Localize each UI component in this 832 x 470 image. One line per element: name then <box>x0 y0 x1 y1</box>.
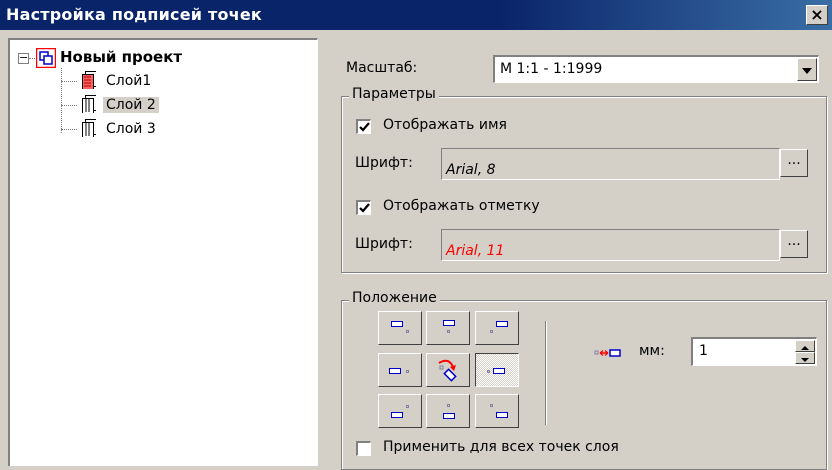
font2-label: Шрифт: <box>355 236 413 252</box>
position-right-button[interactable] <box>475 353 519 387</box>
params-group-title: Параметры <box>349 86 439 102</box>
label-rect-icon <box>391 321 403 327</box>
position-bottom-right-button[interactable] <box>475 394 519 428</box>
title-bar: Настройка подписей точек × <box>0 0 832 30</box>
offset-value: 1 <box>699 343 708 359</box>
position-group-title: Положение <box>349 290 440 306</box>
spin-up-button[interactable] <box>795 340 815 352</box>
scale-value: М 1:1 - 1:1999 <box>500 61 603 77</box>
label-rect-icon <box>443 413 455 419</box>
tree-item-layer-3[interactable]: Слой 3 <box>106 118 156 140</box>
layer-red-icon <box>82 71 96 89</box>
offset-icon <box>594 349 621 357</box>
show-mark-checkbox[interactable] <box>356 200 371 215</box>
font2-browse-button[interactable]: ... <box>780 230 808 258</box>
label-rect-icon <box>496 321 508 327</box>
apply-all-checkbox[interactable] <box>356 441 371 456</box>
layer-tree[interactable]: − Новый проект Слой1 Слой 2 Слой 3 <box>8 38 318 466</box>
label-rect-icon <box>391 412 403 418</box>
show-name-checkbox[interactable] <box>356 119 371 134</box>
tree-item-label: Слой1 <box>106 73 152 89</box>
auto-rotate-icon <box>438 359 457 382</box>
chevron-down-icon <box>801 358 809 362</box>
tree-item-layer-2[interactable]: Слой 2 <box>103 94 159 116</box>
layer-icon <box>82 95 96 113</box>
ellipsis-icon: ... <box>787 233 801 249</box>
spin-down-button[interactable] <box>795 352 815 364</box>
tree-item-layer-1[interactable]: Слой1 <box>106 70 151 92</box>
font1-field: Arial, 8 <box>441 148 780 180</box>
chevron-down-icon <box>802 68 812 74</box>
tree-item-label: Слой 3 <box>106 121 156 137</box>
position-bottom-button[interactable] <box>426 394 470 428</box>
offset-spinbox[interactable]: 1 <box>691 337 817 366</box>
font1-browse-button[interactable]: ... <box>780 149 808 177</box>
checkmark-icon <box>359 203 370 213</box>
label-rect-icon <box>389 368 401 374</box>
dropdown-button[interactable] <box>797 58 817 81</box>
close-button[interactable]: × <box>806 5 828 25</box>
collapse-icon[interactable]: − <box>18 52 29 64</box>
project-icon <box>36 48 56 68</box>
label-rect-icon <box>443 320 455 326</box>
show-mark-label[interactable]: Отображать отметку <box>383 198 540 214</box>
position-left-button[interactable] <box>378 353 422 387</box>
position-top-button[interactable] <box>426 311 470 345</box>
apply-all-label[interactable]: Применить для всех точек слоя <box>383 439 619 455</box>
font1-value: Arial, 8 <box>446 162 496 178</box>
position-auto-button[interactable] <box>426 353 470 387</box>
show-name-label[interactable]: Отображать имя <box>383 117 507 133</box>
layer-icon <box>82 119 96 137</box>
position-top-left-button[interactable] <box>378 311 422 345</box>
separator <box>545 321 547 425</box>
scale-select[interactable]: М 1:1 - 1:1999 <box>493 55 819 83</box>
tree-root-label[interactable]: Новый проект <box>60 46 182 68</box>
font2-value: Arial, 11 <box>446 243 505 259</box>
window-title: Настройка подписей точек <box>6 5 262 24</box>
position-top-right-button[interactable] <box>475 311 519 345</box>
close-icon: × <box>810 5 824 24</box>
position-bottom-left-button[interactable] <box>378 394 422 428</box>
font2-field: Arial, 11 <box>441 229 780 261</box>
label-rect-icon <box>496 412 508 418</box>
font1-label: Шрифт: <box>355 155 413 171</box>
ellipsis-icon: ... <box>787 152 801 168</box>
offset-label: мм: <box>639 343 665 359</box>
scale-label: Масштаб: <box>346 60 418 76</box>
checkmark-icon <box>359 122 370 132</box>
label-rect-icon <box>493 368 505 374</box>
tree-item-label: Слой 2 <box>103 97 159 113</box>
